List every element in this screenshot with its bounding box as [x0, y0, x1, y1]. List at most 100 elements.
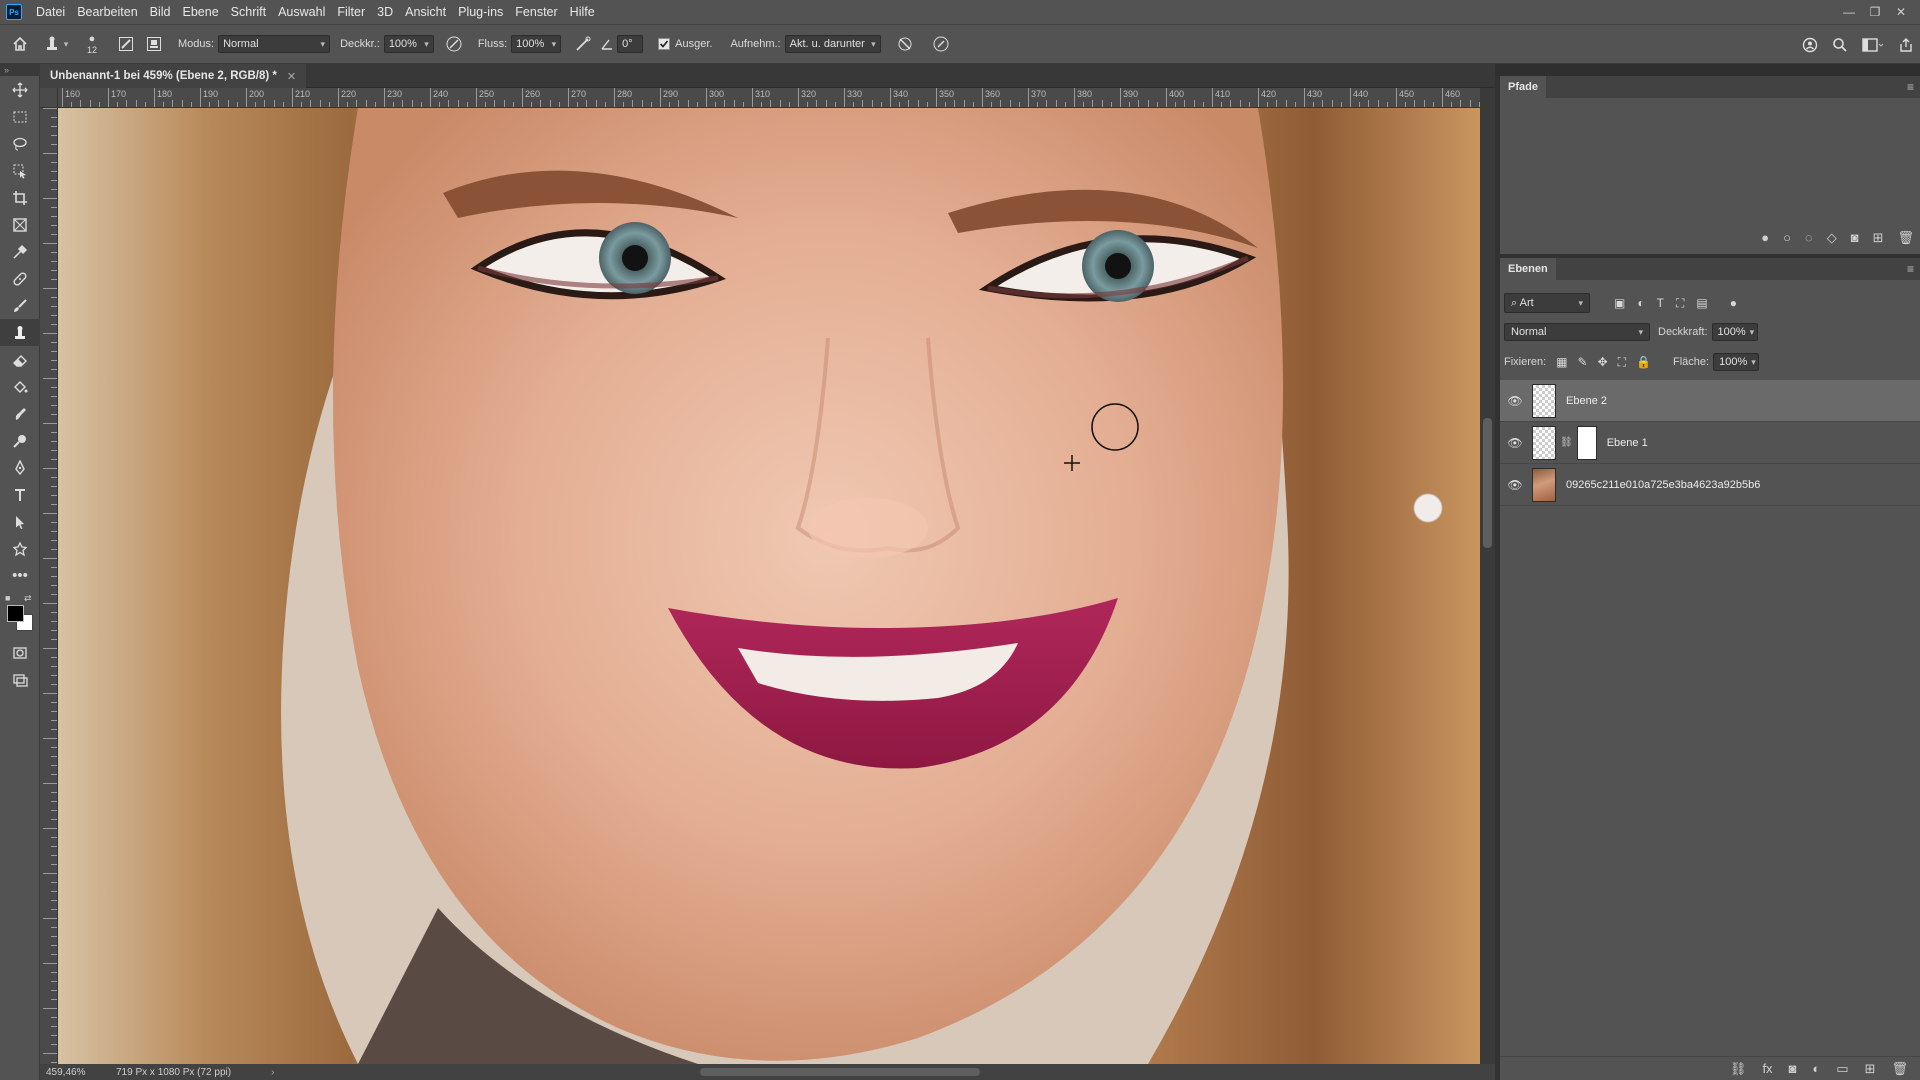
layer-row-ebene-1[interactable]: 👁 ⛓ Ebene 1: [1500, 422, 1920, 464]
blend-mode-select[interactable]: Normal ▾: [1504, 323, 1650, 341]
new-path-icon[interactable]: ⊞: [1873, 230, 1884, 246]
pressure-size-icon[interactable]: [927, 32, 955, 56]
quick-mask-icon[interactable]: [0, 639, 40, 666]
filter-toggle-icon[interactable]: ●: [1730, 296, 1737, 310]
add-mask-icon[interactable]: ◙: [1851, 230, 1859, 246]
lock-position-icon[interactable]: ✥: [1598, 355, 1608, 369]
move-tool-icon[interactable]: [0, 76, 40, 103]
menu-hilfe[interactable]: Hilfe: [564, 0, 601, 24]
horizontal-scrollbar-thumb[interactable]: [700, 1068, 980, 1076]
home-icon[interactable]: [0, 32, 40, 56]
menu-fenster[interactable]: Fenster: [509, 0, 563, 24]
toolbar-collapse-handle[interactable]: »: [0, 64, 40, 76]
lasso-tool-icon[interactable]: [0, 130, 40, 157]
foreground-color-swatch[interactable]: [7, 605, 24, 622]
share-icon[interactable]: [1898, 33, 1914, 57]
custom-shape-tool-icon[interactable]: [0, 535, 40, 562]
layer-row-ebene-2[interactable]: 👁 Ebene 2: [1500, 380, 1920, 422]
stroke-path-icon[interactable]: ○: [1783, 230, 1791, 246]
zoom-level[interactable]: 459,46%: [46, 1067, 106, 1078]
cloud-user-icon[interactable]: [1802, 33, 1818, 57]
workspace-icon[interactable]: [1862, 33, 1884, 57]
pressure-opacity-icon[interactable]: [440, 32, 468, 56]
lock-all-icon[interactable]: 🔒: [1636, 355, 1651, 369]
layer-opacity-input[interactable]: 100% ▾: [1711, 323, 1758, 341]
panel-menu-icon[interactable]: ≡: [1907, 262, 1914, 276]
ignore-adjustment-layers-icon[interactable]: [891, 32, 919, 56]
vertical-scrollbar[interactable]: [1480, 88, 1495, 1064]
type-tool-icon[interactable]: [0, 481, 40, 508]
menu-plugins[interactable]: Plug-ins: [452, 0, 509, 24]
minimize-button[interactable]: —: [1836, 0, 1862, 24]
path-selection-tool-icon[interactable]: [0, 508, 40, 535]
pen-tool-icon[interactable]: [0, 454, 40, 481]
fill-path-icon[interactable]: ●: [1761, 230, 1769, 246]
layer-name[interactable]: Ebene 2: [1566, 395, 1607, 407]
filter-shape-icon[interactable]: ⛶: [1676, 296, 1684, 311]
menu-schrift[interactable]: Schrift: [225, 0, 272, 24]
eye-icon[interactable]: 👁: [1502, 436, 1528, 450]
new-layer-icon[interactable]: ⊞: [1865, 1061, 1876, 1077]
close-icon[interactable]: ✕: [287, 70, 296, 83]
brush-size-picker[interactable]: ● 12: [72, 32, 112, 56]
menu-ebene[interactable]: Ebene: [177, 0, 225, 24]
smudge-tool-icon[interactable]: [0, 400, 40, 427]
object-selection-tool-icon[interactable]: [0, 157, 40, 184]
eye-icon[interactable]: 👁: [1502, 394, 1528, 408]
menu-filter[interactable]: Filter: [331, 0, 371, 24]
fill-opacity-input[interactable]: 100% ▾: [1713, 353, 1760, 371]
menu-3d[interactable]: 3D: [371, 0, 399, 24]
crop-tool-icon[interactable]: [0, 184, 40, 211]
search-icon[interactable]: [1832, 33, 1848, 57]
make-work-path-icon[interactable]: ◇: [1827, 230, 1837, 246]
eraser-tool-icon[interactable]: [0, 346, 40, 373]
filter-pixel-icon[interactable]: ▣: [1614, 296, 1625, 310]
load-selection-icon[interactable]: ◌: [1805, 230, 1813, 246]
adjustment-layer-icon[interactable]: ◐: [1812, 1061, 1820, 1076]
tab-pfade[interactable]: Pfade: [1500, 76, 1546, 98]
clone-stamp-tool-icon[interactable]: [0, 319, 40, 346]
brush-tool-icon[interactable]: [0, 292, 40, 319]
document-canvas[interactable]: [58, 108, 1480, 1064]
layer-name[interactable]: Ebene 1: [1607, 437, 1648, 449]
clone-stamp-preset-icon[interactable]: ▾: [40, 32, 72, 56]
aufnehm-select[interactable]: Akt. u. darunter ▾: [784, 35, 881, 53]
close-button[interactable]: ✕: [1888, 0, 1914, 24]
menu-auswahl[interactable]: Auswahl: [272, 0, 331, 24]
mask-link-icon[interactable]: ⛓: [1560, 437, 1573, 448]
delete-path-icon[interactable]: 🗑: [1897, 230, 1914, 246]
fx-icon[interactable]: fx: [1762, 1061, 1772, 1076]
modus-select[interactable]: Normal ▾: [218, 35, 331, 53]
tab-ebenen[interactable]: Ebenen: [1500, 258, 1556, 280]
clone-source-icon[interactable]: [140, 32, 168, 56]
deckkraft-input[interactable]: 100% ▾: [383, 35, 434, 53]
filter-type-icon[interactable]: T: [1657, 296, 1664, 310]
eyedropper-tool-icon[interactable]: [0, 238, 40, 265]
vertical-scrollbar-thumb[interactable]: [1483, 418, 1492, 548]
brush-settings-icon[interactable]: [112, 32, 140, 56]
more-tools-icon[interactable]: •••: [0, 562, 40, 589]
panel-menu-icon[interactable]: ≡: [1907, 80, 1914, 94]
airbrush-icon[interactable]: [569, 32, 597, 56]
layer-name[interactable]: 09265c211e010a725e3ba4623a92b5b6: [1566, 479, 1760, 491]
layer-row-photo[interactable]: 👁 09265c211e010a725e3ba4623a92b5b6: [1500, 464, 1920, 506]
menu-bild[interactable]: Bild: [144, 0, 177, 24]
add-mask-icon[interactable]: ◙: [1789, 1061, 1797, 1076]
link-layers-icon[interactable]: ⛓: [1730, 1061, 1747, 1077]
eye-icon[interactable]: 👁: [1502, 478, 1528, 492]
paint-bucket-tool-icon[interactable]: [0, 373, 40, 400]
menu-datei[interactable]: Datei: [30, 0, 71, 24]
layer-mask-thumbnail[interactable]: [1576, 425, 1597, 460]
layer-filter-select[interactable]: ⌕ Art ▾: [1504, 293, 1590, 313]
document-tab[interactable]: Unbenannt-1 bei 459% (Ebene 2, RGB/8) * …: [40, 64, 307, 88]
fluss-input[interactable]: 100% ▾: [511, 35, 562, 53]
swap-colors-icon[interactable]: ⇄: [24, 593, 32, 604]
panel-collapse-handle[interactable]: [1495, 64, 1920, 76]
lock-pixels-icon[interactable]: ✎: [1578, 355, 1588, 369]
menu-ansicht[interactable]: Ansicht: [399, 0, 452, 24]
status-menu-arrow-icon[interactable]: ›: [271, 1067, 274, 1078]
lock-artboard-icon[interactable]: ⛶: [1618, 355, 1626, 370]
filter-adjustment-icon[interactable]: ◐: [1637, 296, 1644, 310]
filter-smart-object-icon[interactable]: ▤: [1696, 296, 1707, 310]
menu-bearbeiten[interactable]: Bearbeiten: [71, 0, 143, 24]
